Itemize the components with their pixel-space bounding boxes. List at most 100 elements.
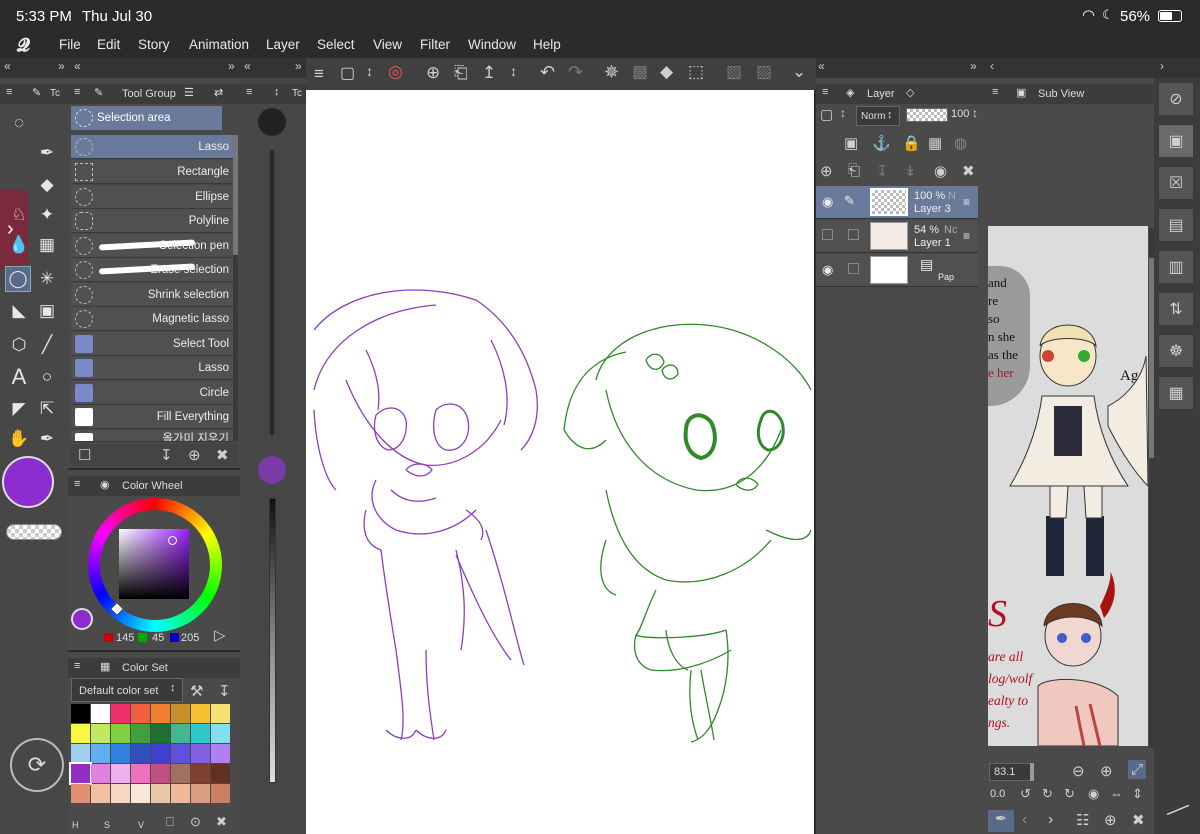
eye-icon[interactable]: ◉	[822, 194, 833, 210]
layer-property-icon[interactable]: ◇	[906, 86, 914, 99]
fill-tool-icon[interactable]: ◣	[6, 298, 32, 324]
merge-down-icon[interactable]: ↡	[904, 162, 917, 180]
hue-label[interactable]: H	[72, 820, 79, 830]
decoration-tool-icon[interactable]: ♘	[6, 202, 32, 228]
reset-view-icon[interactable]: ◉	[1088, 786, 1099, 802]
color-set-title[interactable]: Color Set	[122, 662, 168, 674]
gradient-tool-icon[interactable]: ▣	[34, 298, 60, 324]
color-swatch[interactable]	[131, 724, 150, 743]
app-logo-icon[interactable]: 𝓠	[17, 35, 30, 56]
import-image-icon[interactable]: ⊕	[1104, 811, 1117, 829]
reset-rotation-icon[interactable]: ↻	[1064, 786, 1075, 802]
flip-horizontal-icon[interactable]: ⇔	[1110, 786, 1123, 801]
layer-search-icon[interactable]: ▥	[1158, 250, 1194, 284]
sub-tool-icon[interactable]: ⇄	[214, 86, 223, 99]
opacity-slider[interactable]	[269, 498, 276, 783]
subtool-ellipse[interactable]: Ellipse	[71, 185, 233, 209]
line-tool-icon[interactable]: ╱	[34, 332, 60, 358]
material-icon[interactable]: ▤	[1158, 208, 1194, 242]
open-folder-icon[interactable]: ⎗	[454, 63, 468, 83]
transparent-color-swatch[interactable]	[6, 524, 62, 540]
loading-icon[interactable]: ✵	[604, 62, 619, 83]
collapse-right-icon[interactable]: »	[295, 59, 302, 73]
chevron-down-icon[interactable]: ⌄	[792, 62, 806, 82]
color-swatch[interactable]	[111, 764, 130, 783]
color-swatch[interactable]	[151, 784, 170, 803]
auto-action-icon[interactable]: ▦	[1158, 376, 1194, 410]
history-icon[interactable]: ⇅	[1158, 292, 1194, 326]
opacity-slider[interactable]	[906, 108, 948, 122]
color-swatch[interactable]	[111, 704, 130, 723]
import-icon[interactable]: ↧	[218, 682, 231, 700]
color-swatch[interactable]	[211, 784, 230, 803]
menu-icon[interactable]: ≡	[74, 660, 80, 672]
item-bank-icon[interactable]: ☒	[1158, 166, 1194, 200]
color-swatch[interactable]	[71, 744, 90, 763]
eyedropper-tool-icon[interactable]: ✒	[34, 426, 60, 452]
hand-tool-icon[interactable]: ✋	[6, 426, 32, 452]
frame-tool-icon[interactable]: ◤	[6, 396, 32, 422]
collapse-right-icon[interactable]: »	[58, 59, 65, 73]
animation-icon[interactable]: ☸	[1158, 334, 1194, 368]
menu-icon[interactable]: ≡	[246, 86, 252, 98]
collapse-left-icon[interactable]: «	[818, 59, 825, 73]
color-swatch[interactable]	[211, 744, 230, 763]
subtool-polyline[interactable]: Polyline	[71, 209, 233, 233]
grid-ruler-icon[interactable]: ▦	[34, 232, 60, 258]
text-tool-icon[interactable]: A	[6, 364, 32, 390]
wrench-icon[interactable]: ⚒	[190, 682, 203, 700]
trash-icon[interactable]: ✖	[216, 446, 229, 464]
new-folder-icon[interactable]: ⎗	[848, 162, 860, 179]
brush-size-slider[interactable]	[270, 150, 274, 435]
subtool-fill-everything[interactable]: Fill Everything	[71, 405, 233, 429]
color-swatch[interactable]	[131, 704, 150, 723]
menu-icon[interactable]: ≡	[963, 229, 970, 243]
sub-view-icon[interactable]: ▣	[1158, 124, 1194, 158]
color-swatch[interactable]	[151, 724, 170, 743]
move-tool-icon[interactable]: ⇱	[34, 396, 60, 422]
sliders-icon[interactable]: ☰	[184, 86, 194, 99]
layer-row-layer1[interactable]: 54 % Nc Layer 1 ≡	[816, 220, 978, 253]
tool-tab-label[interactable]: Tc	[50, 88, 60, 99]
edit-checkbox[interactable]	[848, 263, 859, 274]
rotate-right-icon[interactable]: ↻	[1042, 786, 1053, 802]
clipping-icon[interactable]: ▣	[844, 134, 858, 152]
updown-icon[interactable]: ↕	[840, 106, 846, 120]
sub-view-title[interactable]: Sub View	[1038, 88, 1084, 100]
color-swatch[interactable]	[111, 784, 130, 803]
save-icon[interactable]: ↥	[482, 63, 496, 83]
subtool-magnetic-lasso[interactable]: Magnetic lasso	[71, 307, 233, 331]
layer-color-icon[interactable]: ▢	[820, 106, 833, 123]
subtool-lasso-erase[interactable]: 올가미 지우기	[71, 430, 233, 442]
color-swatch[interactable]	[71, 724, 90, 743]
selection-tool-icon[interactable]: ◯	[5, 266, 31, 292]
zoom-out-icon[interactable]: ⊖	[1072, 762, 1085, 780]
saturation-value-square[interactable]	[119, 529, 189, 599]
color-swatch[interactable]	[71, 784, 90, 803]
add-color-icon[interactable]: ⎕	[166, 814, 174, 830]
menu-animation[interactable]: Animation	[189, 37, 249, 52]
eraser-tool-icon[interactable]: ◆	[34, 172, 60, 198]
eyedropper-icon[interactable]: ✒	[988, 810, 1014, 832]
brush-size-tab-label[interactable]: Tc	[292, 88, 302, 99]
color-wheel-title[interactable]: Color Wheel	[122, 480, 183, 492]
collapse-left-icon[interactable]: ‹	[990, 59, 994, 73]
blend-tool-icon[interactable]: 💧	[6, 232, 32, 258]
subtool-scrollbar[interactable]	[233, 135, 238, 441]
subtool-select-tool[interactable]: Select Tool	[71, 332, 233, 356]
drawing-canvas[interactable]	[306, 90, 814, 834]
fill-icon[interactable]: ◆	[660, 62, 673, 82]
color-swatch[interactable]	[211, 764, 230, 783]
layer-row-paper[interactable]: ◉ ▤ Pap	[816, 254, 978, 287]
mask-icon[interactable]: ◍	[954, 134, 967, 152]
color-picker-handle[interactable]	[168, 536, 177, 545]
3d-object-icon[interactable]: ⬡	[6, 332, 32, 358]
reference-image[interactable]: and re so n she as the e her Age S are a…	[988, 226, 1148, 746]
subtool-rectangle[interactable]: Rectangle	[71, 160, 233, 184]
collapse-left-icon[interactable]: «	[244, 59, 251, 73]
color-swatch[interactable]	[191, 724, 210, 743]
quick-access-icon[interactable]: ⟳	[10, 738, 64, 792]
subtool-circle[interactable]: Circle	[71, 381, 233, 405]
eye-icon[interactable]: ◉	[822, 262, 833, 278]
rotate-left-icon[interactable]: ↺	[1020, 786, 1031, 802]
